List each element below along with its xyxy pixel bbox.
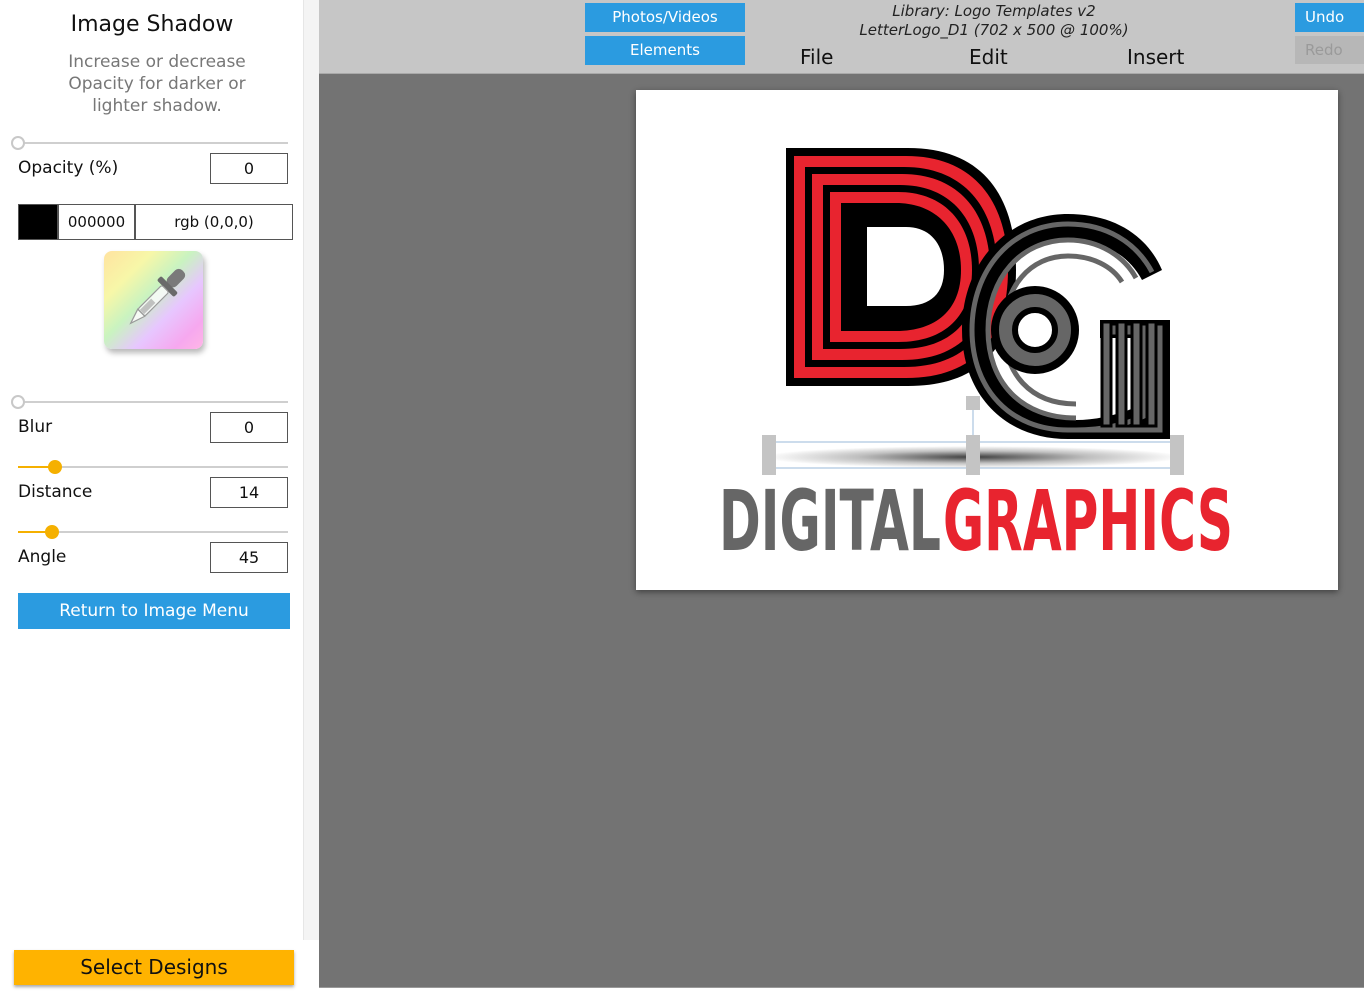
- opacity-slider-thumb[interactable]: [11, 136, 25, 150]
- return-to-image-menu-button[interactable]: Return to Image Menu: [18, 593, 290, 629]
- color-picker-button[interactable]: [104, 251, 203, 349]
- eyedropper-icon: [129, 268, 186, 325]
- panel-title: Image Shadow: [70, 12, 234, 37]
- logo-artwork: DIGITAL GRAPHICS: [719, 148, 1233, 570]
- resize-handle-center[interactable]: [966, 435, 980, 475]
- angle-input[interactable]: [210, 542, 288, 573]
- horizontal-scrollbar[interactable]: [319, 987, 1364, 1001]
- blur-slider[interactable]: [11, 394, 288, 410]
- panel-description: Increase or decrease Opacity for darker …: [68, 52, 246, 116]
- rgb-color-input[interactable]: [135, 204, 293, 240]
- menu-file[interactable]: File: [800, 45, 833, 69]
- rotate-handle[interactable]: [966, 396, 980, 410]
- distance-slider-thumb[interactable]: [48, 460, 62, 474]
- resize-handle-right[interactable]: [1170, 435, 1184, 475]
- design-canvas[interactable]: DIGITAL GRAPHICS: [636, 90, 1338, 590]
- undo-button[interactable]: Undo: [1295, 3, 1364, 32]
- opacity-label: Opacity (%): [18, 158, 119, 178]
- angle-label: Angle: [18, 547, 67, 567]
- resize-handle-left[interactable]: [762, 435, 776, 475]
- panel-divider: [303, 0, 319, 940]
- angle-slider-thumb[interactable]: [45, 525, 59, 539]
- opacity-slider[interactable]: [11, 135, 288, 151]
- logo-text-digital: DIGITAL: [719, 472, 941, 570]
- blur-label: Blur: [18, 417, 53, 437]
- select-designs-button[interactable]: Select Designs: [14, 950, 294, 985]
- workspace: DIGITAL GRAPHICS: [319, 74, 1364, 987]
- top-toolbar: Photos/Videos Elements Library: Logo Tem…: [319, 0, 1364, 74]
- distance-input[interactable]: [210, 477, 288, 508]
- shadow-panel: Image Shadow Increase or decrease Opacit…: [0, 0, 304, 940]
- menu-insert[interactable]: Insert: [1127, 45, 1184, 69]
- logo-text-graphics: GRAPHICS: [943, 472, 1233, 570]
- redo-button[interactable]: Redo: [1295, 36, 1364, 64]
- opacity-input[interactable]: [210, 153, 288, 184]
- distance-slider[interactable]: [18, 459, 288, 475]
- distance-label: Distance: [18, 482, 93, 502]
- menu-edit[interactable]: Edit: [969, 45, 1008, 69]
- library-title: Library: Logo Templates v2: [892, 2, 1096, 20]
- shadow-color-swatch[interactable]: [18, 204, 58, 240]
- hex-color-input[interactable]: [58, 204, 135, 240]
- blur-slider-thumb[interactable]: [11, 395, 25, 409]
- document-info: LetterLogo_D1 (702 x 500 @ 100%): [859, 21, 1129, 39]
- elements-button[interactable]: Elements: [585, 36, 745, 65]
- photos-videos-button[interactable]: Photos/Videos: [585, 3, 745, 32]
- blur-input[interactable]: [210, 412, 288, 443]
- letter-g-mark: [962, 214, 1170, 439]
- angle-slider[interactable]: [18, 524, 288, 540]
